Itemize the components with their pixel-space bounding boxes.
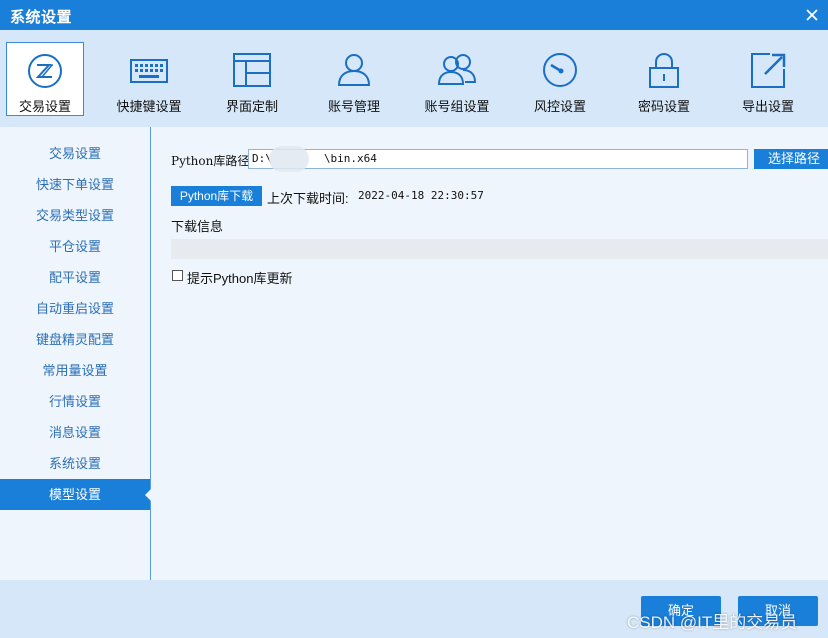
- sidebar-item-quick-order[interactable]: 快速下单设置: [0, 169, 150, 200]
- title-bar: 系统设置: [0, 0, 828, 30]
- toolbar-item-export[interactable]: 导出设置: [729, 42, 807, 116]
- sidebar-item-close-position[interactable]: 平仓设置: [0, 231, 150, 262]
- download-info-box: [171, 239, 828, 259]
- sidebar-item-label: 消息设置: [48, 425, 101, 440]
- toolbar-item-label: 风控设置: [533, 99, 586, 114]
- sidebar-item-message[interactable]: 消息设置: [0, 417, 150, 448]
- sidebar-item-label: 行情设置: [48, 394, 101, 409]
- sidebar-item-label: 快速下单设置: [35, 177, 114, 192]
- toolbar-item-trade[interactable]: 交易设置: [6, 42, 84, 116]
- sidebar-item-label: 系统设置: [48, 456, 101, 471]
- last-download-value: 2022-04-18 22:30:57: [358, 189, 484, 202]
- path-suffix: \bin.x64: [323, 152, 377, 165]
- window-title: 系统设置: [10, 9, 73, 26]
- select-path-button[interactable]: 选择路径: [754, 149, 828, 169]
- toolbar-item-risk[interactable]: 风控设置: [521, 42, 599, 116]
- sidebar-item-trade[interactable]: 交易设置: [0, 138, 150, 169]
- sidebar-item-auto-restart[interactable]: 自动重启设置: [0, 293, 150, 324]
- redaction-blur: [269, 146, 309, 172]
- sidebar-item-label: 模型设置: [48, 487, 101, 502]
- settings-toolbar: 交易设置 快捷键设置 界面定制 账号管理 账号组设置 风控设置 密码设置 导出设…: [0, 30, 828, 127]
- sidebar-item-keyboard-wizard[interactable]: 键盘精灵配置: [0, 324, 150, 355]
- close-icon[interactable]: [802, 5, 822, 25]
- settings-sidebar: 交易设置 快速下单设置 交易类型设置 平仓设置 配平设置 自动重启设置 键盘精灵…: [0, 127, 151, 580]
- toolbar-item-account[interactable]: 账号管理: [315, 42, 393, 116]
- sidebar-item-label: 常用量设置: [42, 363, 108, 378]
- download-info-label: 下载信息: [171, 219, 224, 234]
- toolbar-item-label: 交易设置: [18, 99, 71, 114]
- python-download-button[interactable]: Python库下载: [171, 186, 262, 206]
- dialog-footer: 确定 取消 CSDN @IT里的交易员: [0, 580, 828, 638]
- active-pointer: [145, 489, 151, 501]
- prompt-update-checkbox[interactable]: [172, 270, 183, 281]
- sidebar-item-model[interactable]: 模型设置: [0, 479, 151, 510]
- sidebar-item-label: 平仓设置: [48, 239, 101, 254]
- toolbar-item-layout[interactable]: 界面定制: [213, 42, 291, 116]
- model-settings-panel: Python库路径 D:\ \bin.x64 选择路径 Python库下载 上次下…: [152, 127, 828, 580]
- sidebar-item-trade-type[interactable]: 交易类型设置: [0, 200, 150, 231]
- watermark: CSDN @IT里的交易员: [627, 613, 798, 632]
- toolbar-item-label: 界面定制: [225, 99, 278, 114]
- python-path-label: Python库路径: [171, 154, 250, 168]
- user-icon: [337, 54, 371, 86]
- toolbar-item-account-group[interactable]: 账号组设置: [418, 42, 496, 116]
- sidebar-item-system[interactable]: 系统设置: [0, 448, 150, 479]
- toolbar-item-label: 密码设置: [637, 99, 690, 114]
- sidebar-item-common-quantity[interactable]: 常用量设置: [0, 355, 150, 386]
- toolbar-item-hotkeys[interactable]: 快捷键设置: [110, 42, 188, 116]
- layout-icon: [233, 53, 271, 87]
- last-download-label: 上次下载时间:: [267, 191, 349, 206]
- gauge-icon: [543, 53, 577, 87]
- toolbar-item-label: 账号组设置: [424, 99, 490, 114]
- sidebar-item-label: 自动重启设置: [35, 301, 114, 316]
- user-group-icon: [437, 54, 477, 85]
- prompt-update-label[interactable]: 提示Python库更新: [187, 268, 292, 287]
- python-path-input[interactable]: D:\ \bin.x64: [248, 146, 748, 172]
- lock-icon: [649, 52, 679, 88]
- toolbar-item-password[interactable]: 密码设置: [625, 42, 703, 116]
- sidebar-item-balance[interactable]: 配平设置: [0, 262, 150, 293]
- sidebar-item-market[interactable]: 行情设置: [0, 386, 150, 417]
- sidebar-item-label: 交易类型设置: [35, 208, 114, 223]
- toolbar-item-label: 导出设置: [741, 99, 794, 114]
- sidebar-item-label: 键盘精灵配置: [35, 332, 114, 347]
- trade-icon: [28, 54, 62, 88]
- sidebar-item-label: 交易设置: [48, 146, 101, 161]
- sidebar-item-label: 配平设置: [48, 270, 101, 285]
- toolbar-item-label: 快捷键设置: [116, 99, 182, 114]
- keyboard-icon: [130, 59, 168, 83]
- toolbar-item-label: 账号管理: [327, 99, 380, 114]
- export-icon: [751, 53, 786, 88]
